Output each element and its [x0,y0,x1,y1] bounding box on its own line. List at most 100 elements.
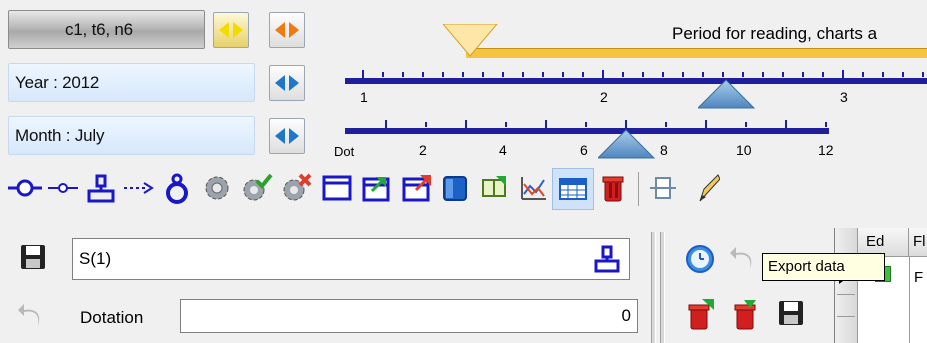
ruler-tick [562,72,564,77]
node-icon[interactable] [8,171,42,205]
ruler-tick [505,122,507,127]
year-position-marker-icon[interactable] [698,78,756,110]
ruler-tick [862,72,864,77]
panel-splitter[interactable] [651,232,656,343]
ruler-tick [902,72,904,77]
ruler-tick [622,72,624,77]
year-selector[interactable]: Year : 2012 [8,63,255,102]
month-ruler-label-10: 10 [736,142,752,158]
month-position-marker-icon[interactable] [598,128,656,160]
ruler-tick [682,72,684,77]
undo-icon[interactable] [16,300,50,334]
column-icon[interactable] [646,171,680,205]
month-selector[interactable]: Month : July [8,116,255,155]
trash-icon[interactable] [596,171,630,205]
undo-icon[interactable] [728,243,762,277]
ruler-tick [522,72,524,77]
ruler-tick [722,72,724,77]
pencil-icon[interactable] [690,171,720,205]
year-arrows-button[interactable] [269,65,305,101]
next-arrow-icon [289,75,299,91]
month-ruler-label-2: 2 [419,142,427,158]
ruler-tick [625,120,627,128]
ruler-tick [802,72,804,77]
ruler-tick [922,72,924,77]
data-grid[interactable]: Ed Fl F [834,228,927,343]
combo-label: c1, t6, n6 [65,20,133,39]
year-label: Year : 2012 [15,73,100,92]
book-icon[interactable] [478,171,512,205]
gear-icon[interactable] [200,171,234,205]
table-icon[interactable] [552,168,594,210]
ruler-tick [822,72,824,77]
ruler-tick [582,72,584,77]
dotation-field[interactable]: 0 [180,299,638,333]
ruler-tick [785,120,787,128]
gear-check-icon[interactable] [240,171,274,205]
save-icon[interactable] [776,298,810,332]
ruler-tick [402,72,404,77]
cube-icon[interactable] [438,171,472,205]
dotted-arrow-icon[interactable] [122,171,156,205]
month-ruler-label-12: 12 [818,142,834,158]
reading-period-bar[interactable] [466,48,927,58]
ruler-tick [702,72,704,77]
grid-row-header[interactable] [835,228,858,343]
window-icon[interactable] [320,171,354,205]
combo-orange-arrows-button[interactable] [269,12,305,48]
structure-icon[interactable] [84,171,118,205]
prev-arrow-icon [275,22,285,38]
period-start-marker-icon[interactable] [443,24,499,60]
dotation-value: 0 [621,306,631,325]
window-import-icon[interactable] [360,171,394,205]
chart-icon[interactable] [516,171,550,205]
ruler-tick [762,72,764,77]
weight-icon[interactable] [160,171,194,205]
ruler-tick [882,72,884,77]
ruler-tick [542,72,544,77]
year-ruler[interactable] [345,78,927,84]
ruler-tick [425,122,427,127]
grid-col-header-fl[interactable]: Fl [909,228,927,257]
grid-col-header-fl-label: Fl [913,233,926,250]
structure-icon[interactable] [593,245,621,273]
month-ruler[interactable] [345,128,829,134]
ruler-tick [742,72,744,77]
ruler-tick [482,72,484,77]
prev-arrow-icon [275,75,285,91]
name-field-value: S(1) [79,249,112,268]
ruler-tick [545,120,547,128]
ruler-tick [602,70,604,78]
ruler-tick [362,70,364,78]
save-icon[interactable] [18,242,52,276]
ruler-tick [442,72,444,77]
month-label: Month : July [15,126,105,145]
combo-yellow-arrows-button[interactable] [213,12,249,48]
panel-splitter[interactable] [660,232,665,343]
grid-cell[interactable]: F [909,257,927,343]
combo-selector[interactable]: c1, t6, n6 [8,10,205,49]
window-export-icon[interactable] [400,171,434,205]
trash-import-icon[interactable] [730,298,764,332]
trash-export-icon[interactable] [684,298,718,332]
export-data-tooltip: Export data [762,253,885,281]
month-ruler-label-4: 4 [499,142,507,158]
period-banner-text: Period for reading, charts a [672,24,878,43]
ruler-tick [705,120,707,128]
next-arrow-icon [233,22,243,38]
gear-delete-icon[interactable] [280,171,314,205]
clock-icon[interactable] [684,243,718,277]
month-ruler-label-dot: Dot [334,144,355,159]
ruler-tick [825,122,827,127]
month-ruler-label-6: 6 [580,142,588,158]
prev-arrow-icon [219,22,229,38]
ruler-tick [642,72,644,77]
month-arrows-button[interactable] [269,118,305,154]
grid-col-header-ed-label: Ed [866,233,885,250]
name-field[interactable]: S(1) [72,238,630,280]
small-node-icon[interactable] [46,171,80,205]
year-ruler-label-2: 2 [600,89,608,105]
ruler-tick [782,72,784,77]
next-arrow-icon [289,22,299,38]
prev-arrow-icon [275,128,285,144]
